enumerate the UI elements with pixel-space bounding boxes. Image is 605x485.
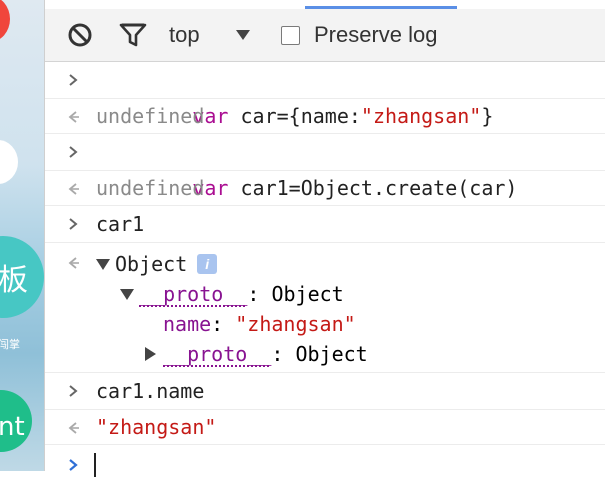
- input-prompt-icon: [63, 134, 83, 169]
- text-caret: [94, 453, 96, 477]
- context-selector[interactable]: top: [169, 9, 200, 61]
- console-input-row[interactable]: car1: [45, 206, 605, 243]
- inner-proto-label: __proto__: [163, 342, 272, 366]
- filter-button[interactable]: [119, 9, 147, 61]
- preserve-log-label: Preserve log: [314, 22, 438, 47]
- inner-proto-value: : Object: [271, 342, 368, 366]
- console-input-row[interactable]: car1.name: [45, 373, 605, 410]
- property-key: name: [163, 312, 212, 336]
- proto-value: : Object: [247, 282, 344, 306]
- small-caption-text: 闯掌: [0, 338, 20, 351]
- console-input-row[interactable]: var car1=Object.create(car): [45, 134, 605, 200]
- input-prompt-icon: [63, 62, 83, 97]
- console-output-row: undefined: [45, 171, 605, 206]
- nt-text: nt: [0, 412, 25, 442]
- object-tree-root[interactable]: Object i: [95, 249, 218, 279]
- object-label: Object: [115, 252, 188, 276]
- console-output-row: "zhangsan": [45, 410, 605, 445]
- collapsed-triangle-icon[interactable]: [143, 346, 157, 362]
- input-prompt-icon: [63, 206, 83, 241]
- output-return-icon: [63, 245, 83, 280]
- checkbox-box[interactable]: [281, 25, 300, 45]
- input-code: car1.name: [96, 379, 205, 403]
- devtools-console-panel: top Preserve log var car={name:"zhangsan…: [44, 0, 605, 477]
- output-return-icon: [63, 99, 83, 134]
- input-prompt-icon: [63, 373, 83, 408]
- console-object-output: Object i __proto__: Object name: "zhangs…: [45, 243, 605, 373]
- property-separator: :: [211, 312, 236, 336]
- input-code: car1: [96, 212, 145, 236]
- proto-label: __proto__: [139, 282, 248, 306]
- console-messages: var car={name:"zhangsan"} undefined var …: [45, 62, 605, 485]
- output-text: undefined: [96, 104, 205, 128]
- property-row: name: "zhangsan": [163, 309, 356, 339]
- preserve-log-label-wrap[interactable]: Preserve log: [314, 9, 438, 61]
- console-prompt[interactable]: [45, 445, 605, 485]
- board-char-text: 板: [0, 263, 28, 298]
- output-text: "zhangsan": [96, 415, 217, 439]
- white-circle-decoration: [0, 140, 18, 184]
- inner-proto-node[interactable]: __proto__: Object: [143, 339, 368, 369]
- expand-triangle-icon[interactable]: [95, 257, 111, 271]
- property-value: "zhangsan": [235, 312, 356, 336]
- console-input-row[interactable]: var car={name:"zhangsan"}: [45, 62, 605, 128]
- console-output-row: undefined: [45, 99, 605, 134]
- clear-console-button[interactable]: [67, 9, 93, 61]
- red-circle-decoration: [0, 0, 10, 42]
- background-page-strip: 板 闯掌 nt: [0, 0, 44, 471]
- filter-icon: [119, 23, 147, 47]
- output-return-icon: [63, 410, 83, 445]
- info-icon[interactable]: i: [197, 254, 218, 274]
- console-toolbar: top Preserve log: [45, 9, 605, 62]
- prompt-chevron-icon: [63, 445, 83, 485]
- context-selector-label: top: [169, 22, 200, 47]
- preserve-log-checkbox[interactable]: [281, 9, 300, 61]
- expand-triangle-icon[interactable]: [119, 287, 135, 301]
- output-text: undefined: [96, 176, 205, 200]
- context-dropdown-arrow[interactable]: [235, 9, 251, 61]
- triangle-down-icon: [236, 30, 250, 40]
- proto-node[interactable]: __proto__: Object: [119, 279, 344, 309]
- output-return-icon: [63, 171, 83, 206]
- clear-icon: [68, 23, 92, 47]
